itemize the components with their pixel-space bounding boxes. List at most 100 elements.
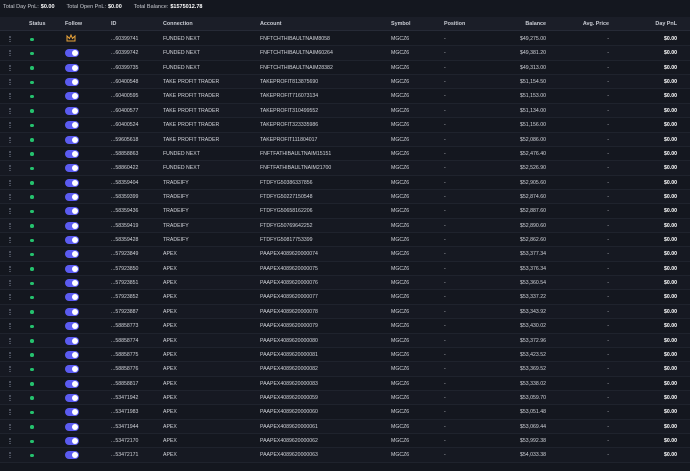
drag-handle-icon[interactable] [9, 438, 11, 445]
drag-handle-icon[interactable] [9, 351, 11, 358]
drag-handle-icon[interactable] [9, 165, 11, 172]
drag-handle-icon[interactable] [9, 323, 11, 330]
column-header-day-pnl[interactable]: Day PnL [630, 21, 677, 27]
column-header-avg-price[interactable]: Avg. Price [560, 21, 609, 27]
follow-toggle[interactable] [65, 164, 79, 173]
drag-handle-icon[interactable] [9, 122, 11, 129]
follow-toggle[interactable] [65, 322, 79, 331]
follow-toggle[interactable] [65, 350, 79, 359]
drag-handle-icon[interactable] [9, 208, 11, 215]
drag-handle-icon[interactable] [9, 294, 11, 301]
follow-toggle[interactable] [65, 106, 79, 115]
table-row[interactable]: ...53471944 APEX PAAPEX4089620000061 MGCZ6 -… [0, 419, 690, 435]
column-header-balance[interactable]: Balance [470, 21, 546, 27]
table-row[interactable]: ...58858817 APEX PAAPEX4089620000083 MGCZ6 -… [0, 377, 690, 391]
table-row[interactable]: ...53471983 APEX PAAPEX4089620000060 MGCZ6 -… [0, 405, 690, 420]
follow-toggle[interactable] [65, 437, 79, 446]
follow-toggle[interactable] [65, 221, 79, 230]
drag-handle-icon[interactable] [9, 36, 11, 42]
column-header-position[interactable]: Position [444, 21, 465, 27]
follow-toggle[interactable] [65, 264, 79, 273]
column-header-connection[interactable]: Connection [163, 21, 193, 27]
column-header-id[interactable]: ID [111, 21, 116, 27]
follow-toggle[interactable] [65, 408, 79, 417]
table-row[interactable]: ...58858773 APEX PAAPEX4089620000079 MGCZ6 -… [0, 319, 690, 334]
drag-handle-icon[interactable] [9, 193, 11, 200]
drag-handle-icon[interactable] [9, 380, 11, 387]
table-row[interactable]: ...60399735 FUNDED NEXT FNFTCHTHIBAULTNAIM… [0, 61, 690, 76]
follow-toggle[interactable] [65, 236, 79, 245]
drag-handle-icon[interactable] [9, 308, 11, 315]
follow-toggle[interactable] [65, 293, 79, 302]
column-header-follow[interactable]: Follow [65, 21, 82, 27]
table-row[interactable]: ...58359399 TRADEIFY FTDFYG50227150548 MGCZ… [0, 189, 690, 205]
table-row[interactable]: ...58359436 TRADEIFY FTDFYG50658162206 MGCZ… [0, 204, 690, 219]
drag-handle-icon[interactable] [9, 366, 11, 373]
drag-handle-icon[interactable] [9, 423, 11, 430]
table-row[interactable]: ...53472170 APEX PAAPEX4089620000062 MGCZ6 -… [0, 434, 690, 449]
follow-toggle[interactable] [65, 451, 79, 460]
drag-handle-icon[interactable] [9, 394, 11, 401]
table-row[interactable]: ...53472171 APEX PAAPEX4089620000063 MGCZ6 -… [0, 448, 690, 463]
table-row[interactable]: ...60399742 FUNDED NEXT FNFTCHTHIBAULTNAIM… [0, 46, 690, 61]
drag-handle-icon[interactable] [9, 222, 11, 229]
follow-toggle[interactable] [65, 49, 79, 58]
follow-toggle[interactable] [65, 63, 79, 72]
drag-handle-icon[interactable] [9, 237, 11, 244]
drag-handle-icon[interactable] [9, 150, 11, 157]
table-row[interactable]: ...53471942 APEX PAAPEX4089620000059 MGCZ6 -… [0, 390, 690, 406]
follow-toggle[interactable] [65, 422, 79, 431]
drag-handle-icon[interactable] [9, 265, 11, 272]
follow-toggle[interactable] [65, 365, 79, 374]
table-row[interactable]: ...60400595 TAKE PROFIT TRADER TAKEPROFIT7… [0, 89, 690, 104]
follow-toggle[interactable] [65, 250, 79, 259]
table-row[interactable]: ...57923852 APEX PAAPEX4089620000077 MGCZ6 -… [0, 290, 690, 305]
table-row[interactable]: ...58858863 FUNDED NEXT FNFTFATHIBAULTNAIM… [0, 147, 690, 162]
table-row[interactable]: ...60399741 FUNDED NEXT FNFTCHTHIBAULTNAIM… [0, 32, 690, 47]
drag-handle-icon[interactable] [9, 251, 11, 258]
drag-handle-icon[interactable] [9, 337, 11, 344]
drag-handle-icon[interactable] [9, 79, 11, 86]
follow-toggle[interactable] [65, 78, 79, 87]
table-row[interactable]: ...58858774 APEX PAAPEX4089620000080 MGCZ6 -… [0, 333, 690, 348]
table-row[interactable]: ...57923851 APEX PAAPEX4089620000076 MGCZ6 -… [0, 276, 690, 291]
column-header-symbol[interactable]: Symbol [391, 21, 410, 27]
column-header-account[interactable]: Account [260, 21, 282, 27]
drag-handle-icon[interactable] [9, 179, 11, 186]
follow-toggle[interactable] [65, 393, 79, 402]
drag-handle-icon[interactable] [9, 136, 11, 143]
follow-toggle[interactable] [65, 379, 79, 388]
table-row[interactable]: ...58359419 TRADEIFY FTDFYG50769642252 MGCZ… [0, 218, 690, 234]
follow-toggle[interactable] [65, 307, 79, 316]
table-row[interactable]: ...60400548 TAKE PROFIT TRADER TAKEPROFIT8… [0, 75, 690, 90]
follow-toggle[interactable] [65, 192, 79, 201]
table-row[interactable]: ...58359404 TRADEIFY FTDFYG50386337856 MGCZ… [0, 176, 690, 190]
table-row[interactable]: ...57923850 APEX PAAPEX4089620000075 MGCZ6 -… [0, 262, 690, 277]
drag-handle-icon[interactable] [9, 93, 11, 100]
drag-handle-icon[interactable] [9, 452, 11, 459]
drag-handle-icon[interactable] [9, 64, 11, 71]
table-row[interactable]: ...58359428 TRADEIFY FTDFYG50817753399 MGCZ… [0, 233, 690, 248]
column-header-status[interactable]: Status [29, 21, 45, 27]
table-row[interactable]: ...60400577 TAKE PROFIT TRADER TAKEPROFIT3… [0, 103, 690, 119]
crown-icon[interactable] [66, 33, 76, 43]
follow-toggle[interactable] [65, 92, 79, 101]
drag-handle-icon[interactable] [9, 409, 11, 416]
table-row[interactable]: ...60400524 TAKE PROFIT TRADER TAKEPROFIT3… [0, 118, 690, 133]
follow-toggle[interactable] [65, 207, 79, 216]
table-row[interactable]: ...58858776 APEX PAAPEX4089620000082 MGCZ6 -… [0, 362, 690, 377]
follow-toggle[interactable] [65, 121, 79, 130]
drag-handle-icon[interactable] [9, 107, 11, 114]
follow-toggle[interactable] [65, 149, 79, 158]
table-row[interactable]: ...58858775 APEX PAAPEX4089620000081 MGCZ6 -… [0, 348, 690, 363]
table-row[interactable]: ...58860422 FUNDED NEXT FNFTFATHIBAULTNAIM… [0, 161, 690, 176]
table-row[interactable]: ...57923849 APEX PAAPEX4089620000074 MGCZ6 -… [0, 247, 690, 262]
follow-toggle[interactable] [65, 279, 79, 288]
follow-toggle[interactable] [65, 135, 79, 144]
drag-handle-icon[interactable] [9, 50, 11, 57]
drag-handle-icon[interactable] [9, 280, 11, 287]
follow-toggle[interactable] [65, 178, 79, 187]
table-row[interactable]: ...59605618 TAKE PROFIT TRADER TAKEPROFIT1… [0, 132, 690, 147]
table-row[interactable]: ...57923887 APEX PAAPEX4089620000078 MGCZ6 -… [0, 304, 690, 320]
follow-toggle[interactable] [65, 336, 79, 345]
